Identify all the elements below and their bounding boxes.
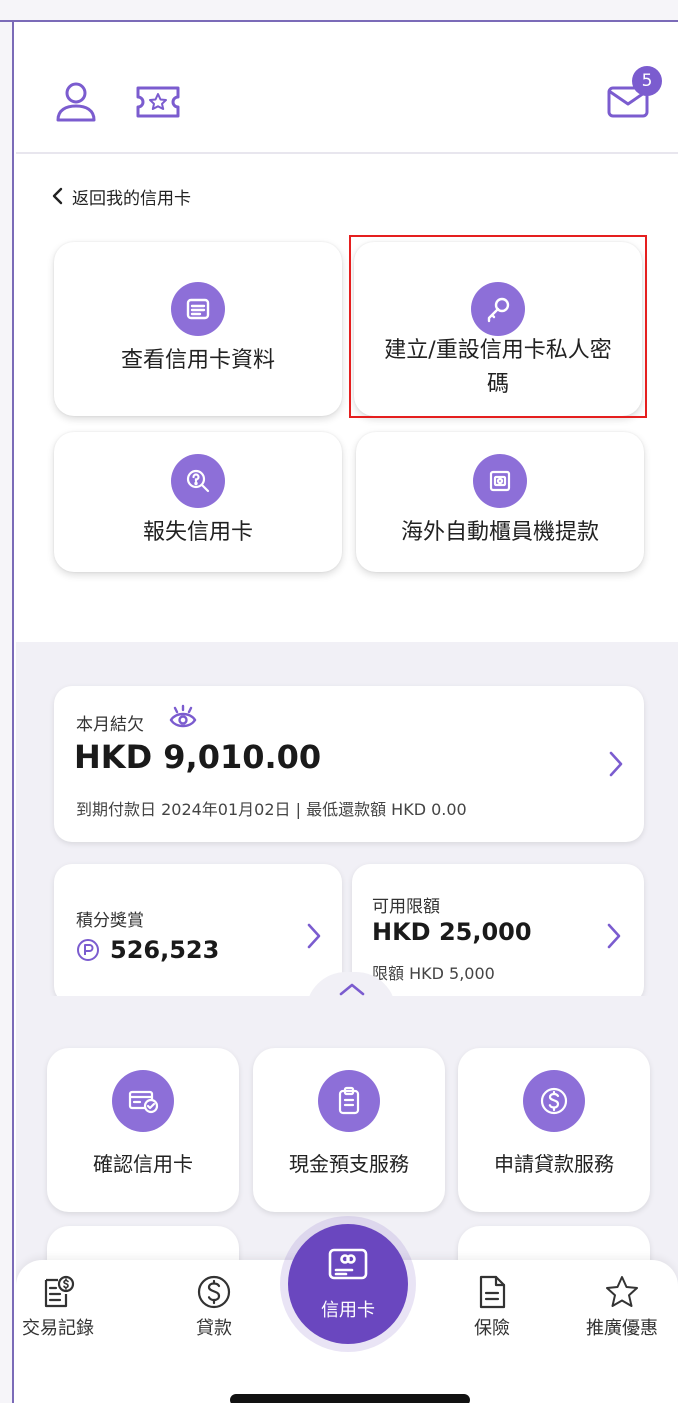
- limit-available: HKD 25,000: [372, 918, 532, 946]
- ticket-star-icon[interactable]: [134, 84, 182, 120]
- top-header: 5: [16, 24, 678, 154]
- window-left-border: [0, 22, 14, 1403]
- credit-card-icon: [328, 1248, 368, 1280]
- card-check-icon: [112, 1070, 174, 1132]
- limit-total: 限額 HKD 5,000: [372, 964, 495, 983]
- rewards-points-card[interactable]: 積分獎賞 526,523: [54, 864, 342, 1004]
- back-link[interactable]: 返回我的信用卡: [50, 182, 191, 210]
- activate-card-label: 確認信用卡: [93, 1152, 193, 1176]
- loan-application-label: 申請貸款服務: [494, 1152, 614, 1176]
- report-lost-card-label: 報失信用卡: [142, 520, 253, 545]
- view-card-details-label: 查看信用卡資料: [120, 348, 275, 373]
- nav-label: 貸款: [196, 1318, 232, 1339]
- chevron-right-icon: [607, 923, 621, 949]
- chevron-right-icon: [609, 751, 623, 777]
- limit-label: 可用限額: [372, 897, 440, 917]
- eye-icon[interactable]: [168, 702, 198, 730]
- star-icon: [606, 1276, 638, 1307]
- nav-promotions[interactable]: 推廣優惠: [572, 1274, 672, 1340]
- clipboard-icon: [318, 1070, 380, 1132]
- available-limit-card[interactable]: 可用限額 HKD 25,000 限額 HKD 5,000: [352, 864, 644, 1004]
- nav-loans[interactable]: 貸款: [164, 1274, 264, 1340]
- atm-icon: [473, 454, 527, 508]
- chevron-left-icon: [52, 187, 63, 205]
- statement-amount: HKD 9,010.00: [74, 738, 322, 776]
- back-label: 返回我的信用卡: [72, 188, 191, 209]
- dollar-icon: [197, 1275, 231, 1309]
- set-reset-pin-button[interactable]: 建立/重設信用卡私人密碼: [354, 242, 642, 416]
- user-icon[interactable]: [54, 80, 98, 124]
- statement-balance-card[interactable]: 本月結欠 HKD 9,010.00 到期付款日 2024年01月02日 | 最低…: [54, 686, 644, 842]
- overseas-atm-button[interactable]: 海外自動櫃員機提款: [356, 432, 644, 572]
- document-icon: [479, 1275, 506, 1309]
- key-icon: [471, 282, 525, 336]
- chevron-right-icon: [307, 923, 321, 949]
- home-indicator: [230, 1394, 470, 1403]
- nav-label: 保險: [474, 1318, 510, 1339]
- points-icon: [77, 939, 99, 961]
- nav-credit-card[interactable]: 信用卡: [288, 1224, 408, 1344]
- statement-label: 本月結欠: [76, 715, 144, 735]
- rewards-points: 526,523: [110, 936, 220, 964]
- loan-application-button[interactable]: 申請貸款服務: [458, 1048, 650, 1212]
- card-list-icon: [171, 282, 225, 336]
- view-card-details-button[interactable]: 查看信用卡資料: [54, 242, 342, 416]
- statement-due-info: 到期付款日 2024年01月02日 | 最低還款額 HKD 0.00: [76, 800, 467, 819]
- mail-badge-count: 5: [632, 66, 662, 96]
- app-screen: 5 返回我的信用卡 查看信用卡資料 建立/重設信用卡私人密碼 報失信用卡 海外自…: [16, 24, 678, 1403]
- set-reset-pin-label: 建立/重設信用卡私人密碼: [384, 338, 612, 397]
- nav-label: 交易記錄: [22, 1318, 94, 1339]
- chevron-up-icon[interactable]: [338, 982, 366, 996]
- transaction-icon: [44, 1275, 75, 1308]
- cash-advance-label: 現金預支服務: [289, 1152, 409, 1176]
- activate-card-button[interactable]: 確認信用卡: [47, 1048, 239, 1212]
- nav-transactions[interactable]: 交易記錄: [16, 1274, 108, 1340]
- search-question-icon: [171, 454, 225, 508]
- rewards-label: 積分獎賞: [76, 911, 144, 931]
- overseas-atm-label: 海外自動櫃員機提款: [400, 520, 599, 545]
- nav-label: 推廣優惠: [586, 1318, 658, 1339]
- cash-advance-button[interactable]: 現金預支服務: [253, 1048, 445, 1212]
- window-top-border: [0, 0, 678, 22]
- nav-insurance[interactable]: 保險: [442, 1274, 542, 1340]
- report-lost-card-button[interactable]: 報失信用卡: [54, 432, 342, 572]
- dollar-circle-icon: [523, 1070, 585, 1132]
- nav-label: 信用卡: [321, 1300, 375, 1321]
